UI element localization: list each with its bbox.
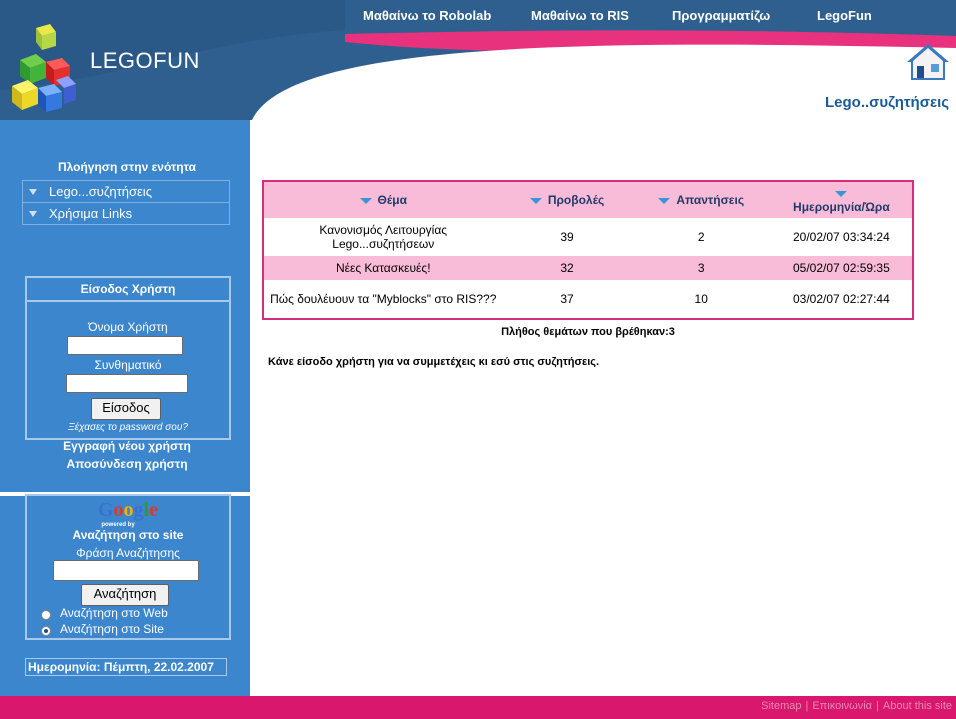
- search-web-radio[interactable]: [41, 610, 51, 620]
- replies-cell: 3: [631, 256, 771, 280]
- sidebar-item-label: Lego...συζητήσεις: [49, 184, 152, 199]
- sort-down-icon: [835, 190, 848, 197]
- views-cell: 37: [560, 292, 574, 306]
- topic-link[interactable]: Κανονισμός Λειτουργίας Lego...συζητήσεων: [263, 218, 502, 256]
- register-link[interactable]: Εγγραφή νέου χρήστη: [22, 439, 232, 453]
- date-cell: 20/02/07 03:34:24: [793, 230, 890, 244]
- search-site-label: Αναζήτηση στο Site: [60, 622, 164, 636]
- section-nav: Lego...συζητήσεις Χρήσιμα Links: [22, 180, 230, 225]
- search-web-label: Αναζήτηση στο Web: [60, 606, 168, 620]
- date-display: Ημερομηνία: Πέμπτη, 22.02.2007: [25, 658, 227, 676]
- login-box: Είσοδος Χρήστη Όνομα Χρήστη Συνθηματικό …: [25, 276, 231, 440]
- topic-link[interactable]: Νέες Κατασκευές!: [263, 256, 503, 280]
- column-header-replies[interactable]: Απαντήσεις: [631, 181, 771, 218]
- topics-count: Πλήθος θεμάτων που βρέθηκαν:3: [501, 326, 675, 338]
- google-logo-icon: Google powered by: [98, 499, 158, 528]
- password-label: Συνθηματικό: [94, 358, 162, 372]
- main-content: Θέμα Προβολές Απαντήσεις Ημερομηνία/Ώρα …: [250, 120, 956, 696]
- replies-cell: 2: [697, 230, 705, 244]
- sidebar-item-useful-links[interactable]: Χρήσιμα Links: [22, 202, 230, 225]
- nav-legofun[interactable]: LegoFun: [817, 8, 872, 23]
- footer-links: Sitemap | Επικοινωνία | About this site: [761, 700, 952, 712]
- logout-link[interactable]: Αποσύνδεση χρήστη: [22, 457, 232, 471]
- date-cell: 03/02/07 02:27:44: [793, 292, 890, 306]
- login-notice: Κάνε είσοδο χρήστη για να συμμετέχεις κι…: [268, 356, 600, 368]
- footer-separator: |: [876, 700, 879, 712]
- triangle-down-icon: [29, 189, 37, 195]
- svg-text:Google: Google: [98, 499, 158, 521]
- sidebar: Πλοήγηση στην ενότητα Lego...συζητήσεις …: [0, 120, 250, 696]
- sort-down-icon: [359, 197, 372, 204]
- date-label: Ημερομηνία:: [28, 660, 101, 674]
- sidebar-item-label: Χρήσιμα Links: [49, 206, 133, 221]
- forgot-password-link[interactable]: Ξέχασες το password σου?: [27, 422, 229, 433]
- sort-down-icon: [529, 197, 542, 204]
- section-nav-title: Πλοήγηση στην ενότητα: [57, 160, 197, 174]
- username-label: Όνομα Χρήστη: [88, 320, 168, 334]
- footer: Sitemap | Επικοινωνία | About this site: [0, 696, 956, 719]
- search-button[interactable]: Αναζήτηση: [81, 584, 169, 606]
- table-row: Κανονισμός Λειτουργίας Lego...συζητήσεων…: [263, 218, 913, 256]
- username-input[interactable]: [67, 336, 183, 355]
- views-cell: 32: [502, 256, 632, 280]
- date-cell: 05/02/07 02:59:35: [770, 256, 913, 280]
- topic-link[interactable]: Πώς δουλέυουν τα "Myblocks" στο RIS???: [263, 280, 502, 319]
- column-header-date[interactable]: Ημερομηνία/Ώρα: [770, 181, 913, 218]
- table-header-row: Θέμα Προβολές Απαντήσεις Ημερομηνία/Ώρα: [263, 181, 913, 218]
- triangle-down-icon: [29, 211, 37, 217]
- search-phrase-label: Φράση Αναζήτησης: [76, 546, 180, 560]
- nav-robolab[interactable]: Μαθαίνω το Robolab: [363, 8, 491, 23]
- password-input[interactable]: [66, 374, 188, 393]
- sort-down-icon: [658, 197, 671, 204]
- column-header-topic[interactable]: Θέμα: [263, 181, 503, 218]
- footer-about-link[interactable]: About this site: [883, 700, 952, 712]
- lego-blocks-logo-icon[interactable]: [6, 20, 86, 115]
- breadcrumb: Lego..συζητήσεις: [825, 94, 950, 111]
- table-row: Νέες Κατασκευές! 32 3 05/02/07 02:59:35: [263, 256, 913, 280]
- sidebar-item-discussions[interactable]: Lego...συζητήσεις: [22, 180, 230, 202]
- column-header-views[interactable]: Προβολές: [502, 181, 632, 218]
- header: Μαθαίνω το Robolab Μαθαίνω το RIS Προγρα…: [0, 0, 956, 120]
- footer-separator: |: [805, 700, 809, 712]
- login-button[interactable]: Είσοδος: [91, 398, 161, 420]
- search-title: Αναζήτηση στο site: [72, 528, 184, 542]
- views-cell: 39: [560, 230, 574, 244]
- search-input[interactable]: [53, 560, 199, 581]
- footer-sitemap-link[interactable]: Sitemap: [761, 700, 801, 712]
- site-logo-text[interactable]: LEGOFUN: [90, 48, 200, 74]
- home-icon[interactable]: [905, 42, 951, 82]
- search-box: Google powered by Αναζήτηση στο site Φρά…: [25, 494, 231, 640]
- nav-programming[interactable]: Προγραμματίζω: [672, 8, 770, 23]
- footer-contact-link[interactable]: Επικοινωνία: [812, 700, 872, 712]
- nav-ris[interactable]: Μαθαίνω το RIS: [531, 8, 629, 23]
- replies-cell: 10: [694, 292, 708, 306]
- date-value: Πέμπτη, 22.02.2007: [103, 660, 214, 674]
- login-title: Είσοδος Χρήστη: [27, 278, 229, 302]
- topics-table: Θέμα Προβολές Απαντήσεις Ημερομηνία/Ώρα …: [262, 180, 914, 320]
- search-site-radio[interactable]: [41, 626, 51, 636]
- table-row: Πώς δουλέυουν τα "Myblocks" στο RIS??? 3…: [263, 280, 913, 319]
